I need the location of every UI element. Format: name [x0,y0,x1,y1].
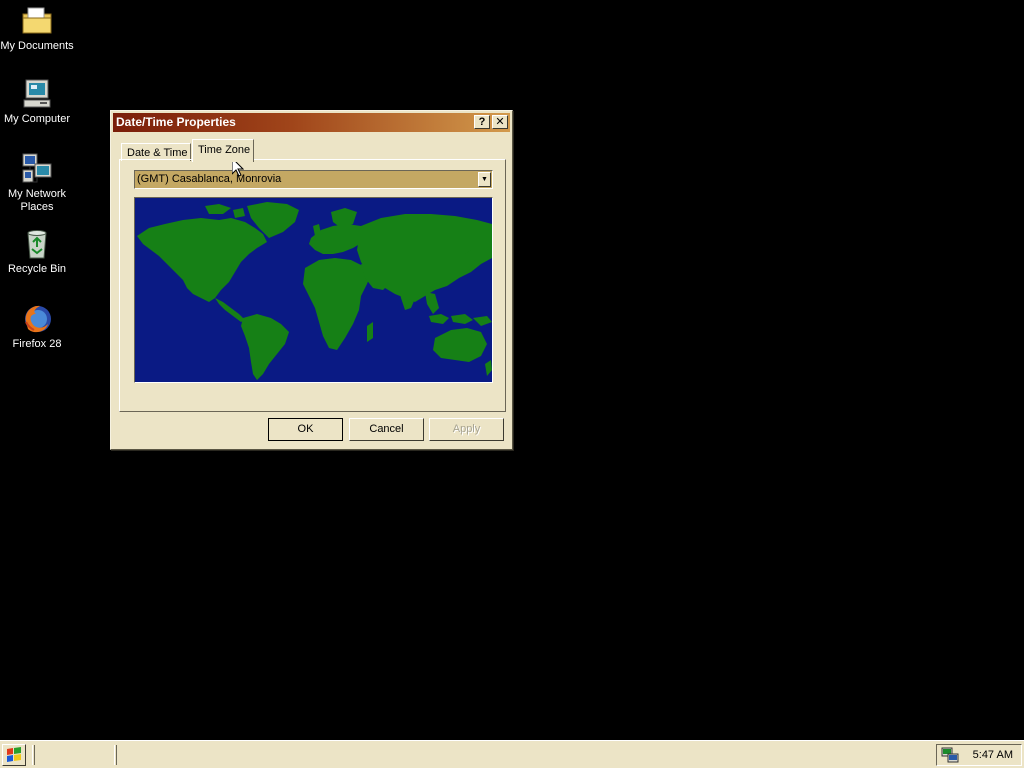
desktop-icon-my-network-places[interactable]: My Network Places [0,152,74,214]
time-zone-dropdown[interactable]: (GMT) Casablanca, Monrovia ▼ [134,170,493,189]
time-zone-selected-value: (GMT) Casablanca, Monrovia [137,173,282,185]
start-button[interactable] [2,744,26,766]
help-icon: ? [478,116,486,128]
desktop-icon-my-documents[interactable]: My Documents [0,4,74,53]
date-time-properties-dialog: Date/Time Properties ? ✕ Date & Time Tim… [110,110,513,450]
world-map[interactable] [134,197,493,383]
desktop-icon-label-line1: My Network [7,188,67,200]
world-map-graphic [135,198,492,382]
tab-label: Date & Time [127,147,188,159]
desktop-icon-label: My Documents [0,40,74,52]
tab-time-zone[interactable]: Time Zone [192,139,254,162]
network-places-icon [22,153,52,183]
desktop-icon-my-computer[interactable]: My Computer [0,77,74,126]
desktop-icon-label: Recycle Bin [7,263,67,275]
folder-icon [22,7,52,34]
clock[interactable]: 5:47 AM [973,745,1013,765]
desktop-icon-label: My Computer [3,113,71,125]
taskbar-grip[interactable] [114,745,117,765]
dialog-title: Date/Time Properties [116,115,236,129]
tab-label: Time Zone [198,144,251,156]
desktop-icon-recycle-bin[interactable]: Recycle Bin [0,227,74,276]
desktop-icon-label: Firefox 28 [12,338,62,350]
dropdown-arrow-button[interactable]: ▼ [478,172,491,187]
recycle-bin-icon [27,230,47,259]
taskbar-grip[interactable] [32,745,35,765]
taskbar: 5:47 AM [0,740,1024,768]
time-zone-panel: (GMT) Casablanca, Monrovia ▼ [119,159,506,412]
close-icon: ✕ [495,116,505,128]
apply-button[interactable]: Apply [429,418,504,441]
network-tray-icon[interactable] [941,747,959,763]
cancel-button[interactable]: Cancel [349,418,424,441]
chevron-down-icon: ▼ [481,176,488,183]
firefox-icon [25,305,51,333]
ok-button[interactable]: OK [268,418,343,441]
system-tray: 5:47 AM [936,744,1022,766]
desktop-icon-firefox[interactable]: Firefox 28 [0,302,74,351]
close-button[interactable]: ✕ [492,115,508,129]
desktop-icon-label-line2: Places [20,201,54,213]
dialog-titlebar[interactable]: Date/Time Properties ? ✕ [113,113,510,132]
help-button[interactable]: ? [474,115,490,129]
windows-logo-icon [7,747,21,762]
computer-icon [23,79,51,108]
